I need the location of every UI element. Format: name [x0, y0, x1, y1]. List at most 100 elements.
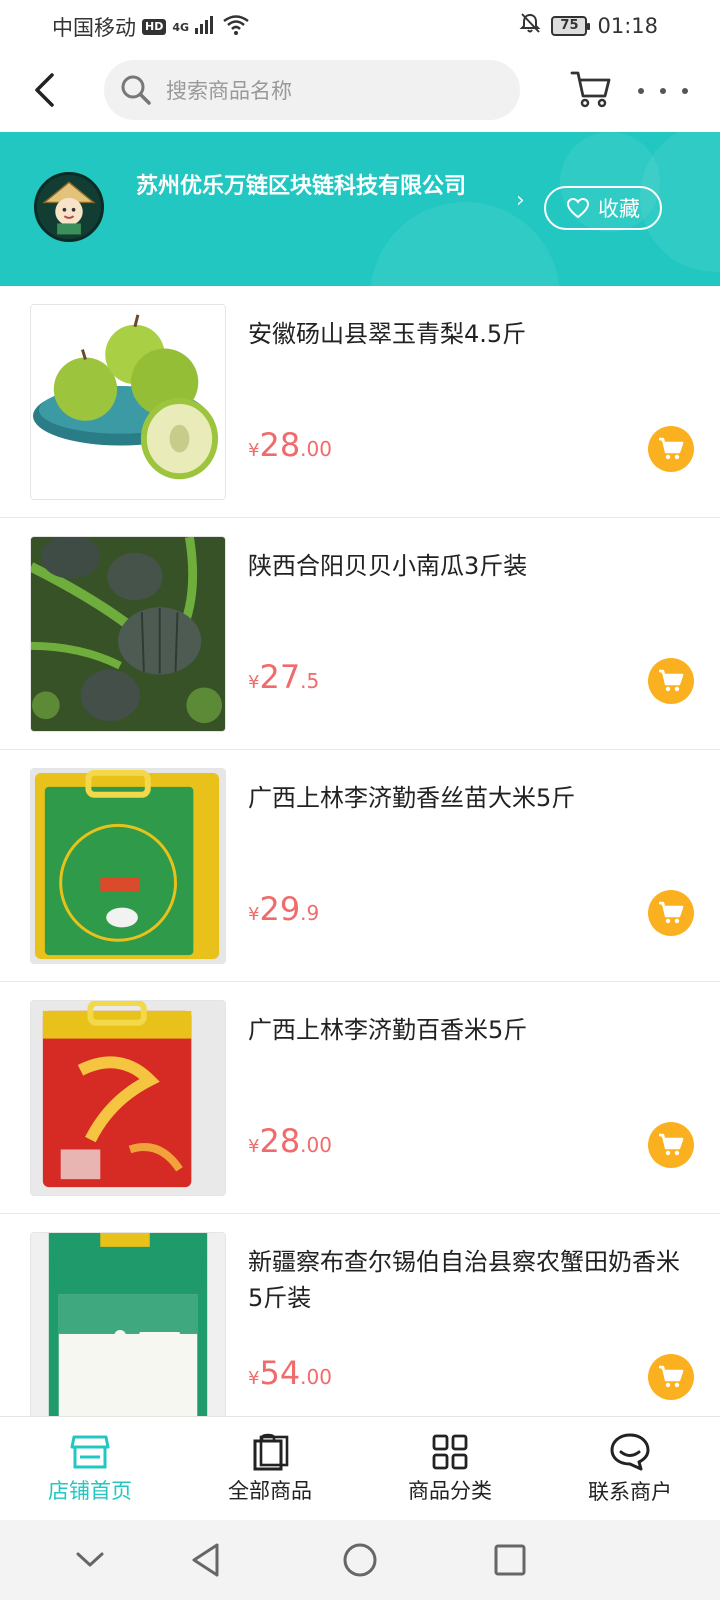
price-decimal: .00: [300, 1133, 332, 1157]
price-decimal: .9: [300, 901, 320, 925]
price-integer: 27: [259, 658, 301, 696]
product-price: ¥28.00: [248, 426, 332, 464]
product-price: ¥28.00: [248, 1122, 332, 1160]
add-to-cart-button[interactable]: [648, 426, 694, 472]
price-integer: 29: [259, 890, 301, 928]
network-type: 4G: [172, 20, 190, 34]
category-grid-icon: [432, 1434, 468, 1470]
heart-icon: [566, 197, 590, 219]
tab-label: 全部商品: [228, 1479, 312, 1503]
square-recents-icon: [494, 1544, 526, 1576]
dot: [682, 88, 688, 94]
product-title[interactable]: 广西上林李济勤百香米5斤: [248, 1012, 688, 1048]
price-decimal: .00: [300, 1365, 332, 1389]
decorative-bubble: [370, 202, 560, 286]
tab-all-products[interactable]: 全部商品: [180, 1417, 360, 1521]
tab-label: 联系商户: [588, 1480, 672, 1504]
battery-indicator: 75: [551, 15, 591, 36]
pumpkin-photo: [31, 537, 225, 731]
search-icon: [121, 75, 151, 105]
cart-icon: [659, 437, 684, 460]
price-integer: 28: [259, 1122, 301, 1160]
rice-bag-photo: [31, 1001, 225, 1195]
product-title[interactable]: 陕西合阳贝贝小南瓜3斤装: [248, 548, 688, 584]
search-input[interactable]: 搜索商品名称: [104, 60, 520, 120]
product-list: 安徽砀山县翠玉青梨4.5斤 ¥28.00 陕西合阳贝贝小南瓜3斤装 ¥27.5 …: [0, 286, 720, 1416]
cart-button[interactable]: [570, 68, 612, 110]
store-banner: 苏州优乐万链区块链科技有限公司 › 收藏: [0, 132, 720, 286]
nav-back-button[interactable]: [186, 1540, 226, 1580]
hd-badge: HD: [142, 19, 167, 35]
nav-recents-button[interactable]: [490, 1540, 530, 1580]
triangle-back-icon: [192, 1543, 219, 1577]
product-price: ¥54.00: [248, 1354, 332, 1392]
product-item[interactable]: 广西上林李济勤香丝苗大米5斤 ¥29.9: [0, 750, 720, 982]
tab-label: 店铺首页: [48, 1479, 132, 1503]
product-title[interactable]: 安徽砀山县翠玉青梨4.5斤: [248, 316, 688, 352]
product-item[interactable]: 广西上林李济勤百香米5斤 ¥28.00: [0, 982, 720, 1214]
product-title[interactable]: 新疆察布查尔锡伯自治县察农蟹田奶香米5斤装: [248, 1244, 688, 1316]
product-image-pumpkin[interactable]: [30, 536, 226, 732]
store-avatar[interactable]: [34, 172, 104, 242]
shopping-cart-icon: [570, 71, 611, 108]
signal-icon: [195, 15, 217, 39]
price-decimal: .5: [300, 669, 320, 693]
product-image-rice-green-bag[interactable]: [30, 768, 226, 964]
mute-bell-icon: [519, 12, 541, 39]
currency-symbol: ¥: [248, 904, 260, 925]
nav-home-button[interactable]: [340, 1540, 380, 1580]
clock: 01:18: [597, 13, 658, 38]
cart-icon: [659, 1133, 684, 1156]
favorite-button[interactable]: 收藏: [544, 186, 662, 230]
price-decimal: .00: [300, 437, 332, 461]
pear-photo: [31, 305, 225, 499]
cart-icon: [659, 1365, 684, 1388]
tab-label: 商品分类: [408, 1479, 492, 1503]
product-item[interactable]: 陕西合阳贝贝小南瓜3斤装 ¥27.5: [0, 518, 720, 750]
store-icon: [70, 1435, 110, 1469]
more-options-button[interactable]: [638, 76, 688, 106]
add-to-cart-button[interactable]: [648, 890, 694, 936]
back-button[interactable]: [26, 66, 62, 114]
price-integer: 54: [259, 1354, 301, 1392]
product-image-rice-red-bag[interactable]: [30, 1000, 226, 1196]
bottom-tab-bar: 店铺首页 全部商品 商品分类 联系商户: [0, 1416, 720, 1520]
tab-store-home[interactable]: 店铺首页: [0, 1417, 180, 1521]
currency-symbol: ¥: [248, 1368, 260, 1389]
price-integer: 28: [259, 426, 301, 464]
dot: [638, 88, 644, 94]
product-image-crab-rice-bag[interactable]: [30, 1232, 226, 1416]
carrier-label: 中国移动: [52, 16, 136, 40]
chevron-left-icon: [35, 73, 54, 107]
currency-symbol: ¥: [248, 672, 260, 693]
store-name[interactable]: 苏州优乐万链区块链科技有限公司: [136, 170, 496, 203]
product-price: ¥29.9: [248, 890, 319, 928]
farmer-mascot-icon: [37, 175, 101, 239]
cart-icon: [659, 669, 684, 692]
circle-home-icon: [343, 1543, 377, 1577]
cart-icon: [659, 901, 684, 924]
add-to-cart-button[interactable]: [648, 1354, 694, 1400]
chat-bubble-icon: [610, 1433, 650, 1471]
currency-symbol: ¥: [248, 1136, 260, 1157]
dot: [660, 88, 666, 94]
product-item[interactable]: 新疆察布查尔锡伯自治县察农蟹田奶香米5斤装 ¥54.00: [0, 1214, 720, 1416]
nav-collapse-button[interactable]: [70, 1540, 110, 1580]
product-price: ¥27.5: [248, 658, 319, 696]
product-image-pears[interactable]: [30, 304, 226, 500]
top-header: 搜索商品名称: [0, 50, 720, 132]
rice-bag-photo: [31, 1233, 225, 1416]
tab-contact-merchant[interactable]: 联系商户: [540, 1417, 720, 1521]
add-to-cart-button[interactable]: [648, 1122, 694, 1168]
product-item[interactable]: 安徽砀山县翠玉青梨4.5斤 ¥28.00: [0, 286, 720, 518]
add-to-cart-button[interactable]: [648, 658, 694, 704]
chevron-right-icon[interactable]: ›: [516, 188, 525, 213]
favorite-label: 收藏: [598, 197, 640, 221]
rice-bag-photo: [31, 769, 225, 963]
tab-categories[interactable]: 商品分类: [360, 1417, 540, 1521]
product-title[interactable]: 广西上林李济勤香丝苗大米5斤: [248, 780, 688, 816]
currency-symbol: ¥: [248, 440, 260, 461]
chevron-down-icon: [76, 1552, 104, 1567]
wifi-icon: [223, 14, 249, 40]
shopping-bag-icon: [253, 1433, 289, 1471]
